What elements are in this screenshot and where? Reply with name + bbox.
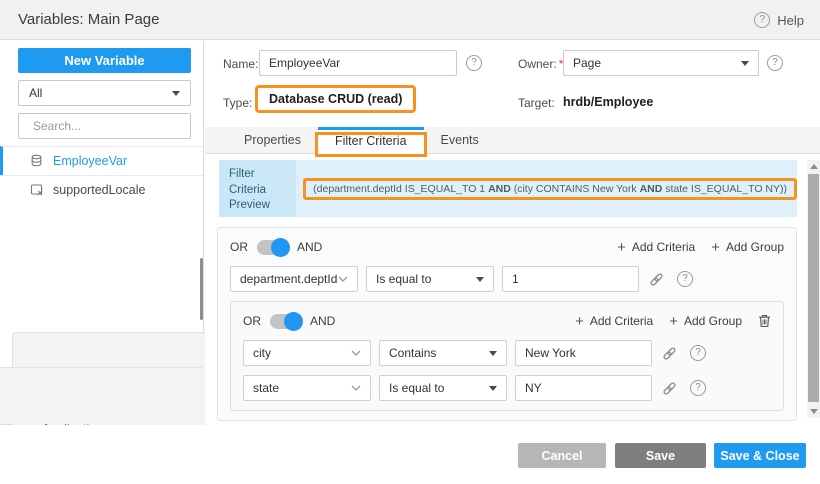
title-bar: Variables: Main Page ? Help	[0, 0, 820, 40]
criteria-help-icon[interactable]: ?	[690, 380, 706, 396]
plus-icon: +	[575, 314, 584, 329]
save-and-close-button[interactable]: Save & Close	[714, 443, 806, 468]
tree-item-supportedlocale[interactable]: supportedLocale	[0, 175, 203, 204]
owner-select[interactable]: Page	[563, 50, 759, 76]
name-input[interactable]	[259, 50, 457, 76]
add-group-button[interactable]: + Add Group	[711, 240, 784, 255]
preview-expression: (department.deptId IS_EQUAL_TO 1 AND (ci…	[313, 183, 787, 195]
criteria-help-icon[interactable]: ?	[690, 345, 706, 361]
criteria-group-nested: OR AND + Add Criteria + Add Group	[230, 301, 784, 411]
criteria-help-icon[interactable]: ?	[677, 271, 693, 287]
criteria-row: state Is equal to	[243, 375, 771, 401]
link-icon	[649, 272, 664, 287]
page-title: Variables: Main Page	[18, 0, 159, 40]
plus-icon: +	[669, 314, 678, 329]
operator-select[interactable]: Is equal to	[379, 375, 507, 401]
chevron-down-icon	[489, 386, 497, 391]
field-select[interactable]: department.deptId	[230, 266, 358, 292]
variable-type-filter-select[interactable]: All	[18, 80, 191, 106]
field-select[interactable]: state	[243, 375, 371, 401]
value-input[interactable]	[515, 375, 652, 401]
scroll-up-button[interactable]	[807, 160, 820, 173]
criteria-row: city Contains	[243, 340, 771, 366]
target-value: hrdb/Employee	[563, 95, 653, 109]
help-button[interactable]: ? Help	[754, 0, 804, 40]
tree-item-employeevar[interactable]: EmployeeVar	[0, 146, 203, 175]
preview-label: Filter Criteria Preview	[219, 160, 296, 217]
target-label: Target:	[518, 96, 555, 110]
sidebar-scrollbar[interactable]	[200, 258, 203, 320]
scrollbar-thumb[interactable]	[808, 174, 819, 402]
chevron-down-icon	[489, 351, 497, 356]
chevron-down-icon	[338, 276, 348, 282]
variables-sidebar: New Variable All Page E	[0, 41, 204, 425]
criteria-group-root: OR AND + Add Criteria + Add Group depar	[217, 227, 797, 421]
variables-dialog: Variables: Main Page ? Help New Variable…	[0, 0, 820, 484]
database-variable-icon	[30, 154, 44, 168]
add-group-button[interactable]: + Add Group	[669, 314, 742, 329]
type-value: Database CRUD (read)	[269, 92, 402, 106]
bind-variable-button[interactable]	[662, 381, 677, 396]
dialog-footer: Cancel Save Save & Close	[0, 425, 820, 484]
field-select[interactable]: city	[243, 340, 371, 366]
save-button[interactable]: Save	[615, 443, 706, 468]
bind-variable-button[interactable]	[662, 346, 677, 361]
locale-variable-icon	[30, 183, 44, 197]
trash-icon	[758, 314, 771, 328]
scroll-down-button[interactable]	[807, 405, 820, 418]
help-icon: ?	[754, 12, 770, 28]
criteria-row: department.deptId Is equal to	[230, 266, 784, 292]
editor-tabs: Properties Filter Criteria Events	[205, 127, 820, 154]
type-highlight-box: Database CRUD (read)	[255, 85, 416, 113]
delete-group-button[interactable]	[758, 314, 771, 328]
arrow-down-icon	[810, 409, 818, 414]
or-label: OR	[243, 314, 261, 328]
link-icon	[662, 346, 677, 361]
value-input[interactable]	[515, 340, 652, 366]
variable-type-filter-value: All	[29, 86, 172, 100]
tab-properties[interactable]: Properties	[227, 127, 318, 154]
arrow-up-icon	[810, 164, 818, 169]
type-label: Type:	[223, 96, 252, 110]
tab-filter-criteria[interactable]: Filter Criteria	[318, 127, 424, 154]
new-variable-button[interactable]: New Variable	[18, 48, 191, 73]
and-label: AND	[310, 314, 335, 328]
variable-editor-panel: Name:* ? Owner:* Page ? Type: Database C…	[205, 41, 820, 425]
link-icon	[662, 381, 677, 396]
or-and-toggle[interactable]	[257, 240, 288, 255]
add-criteria-button[interactable]: + Add Criteria	[617, 240, 695, 255]
or-and-toggle[interactable]	[270, 314, 301, 329]
tab-events[interactable]: Events	[424, 127, 496, 154]
owner-label: Owner:*	[518, 57, 563, 71]
variables-tree: Page EmployeeVar Application suppo	[0, 146, 203, 424]
tree-empty-area	[0, 367, 203, 424]
operator-select[interactable]: Is equal to	[366, 266, 494, 292]
plus-icon: +	[711, 240, 720, 255]
content-scrollbar[interactable]	[807, 160, 820, 418]
chevron-down-icon	[741, 61, 749, 66]
search-box	[18, 113, 191, 139]
and-label: AND	[297, 240, 322, 254]
preview-highlight-box: (department.deptId IS_EQUAL_TO 1 AND (ci…	[303, 178, 797, 200]
cancel-button[interactable]: Cancel	[518, 443, 606, 468]
value-input[interactable]	[502, 266, 639, 292]
chevron-down-icon	[172, 91, 180, 96]
chevron-down-icon	[351, 385, 361, 391]
filter-criteria-preview: Filter Criteria Preview (department.dept…	[219, 160, 797, 217]
or-label: OR	[230, 240, 248, 254]
search-input[interactable]	[33, 119, 188, 133]
plus-icon: +	[617, 240, 626, 255]
help-label: Help	[777, 13, 804, 28]
chevron-down-icon	[476, 277, 484, 282]
bind-variable-button[interactable]	[649, 272, 664, 287]
name-help-icon[interactable]: ?	[466, 55, 482, 71]
chevron-down-icon	[351, 350, 361, 356]
operator-select[interactable]: Contains	[379, 340, 507, 366]
owner-help-icon[interactable]: ?	[767, 55, 783, 71]
add-criteria-button[interactable]: + Add Criteria	[575, 314, 653, 329]
